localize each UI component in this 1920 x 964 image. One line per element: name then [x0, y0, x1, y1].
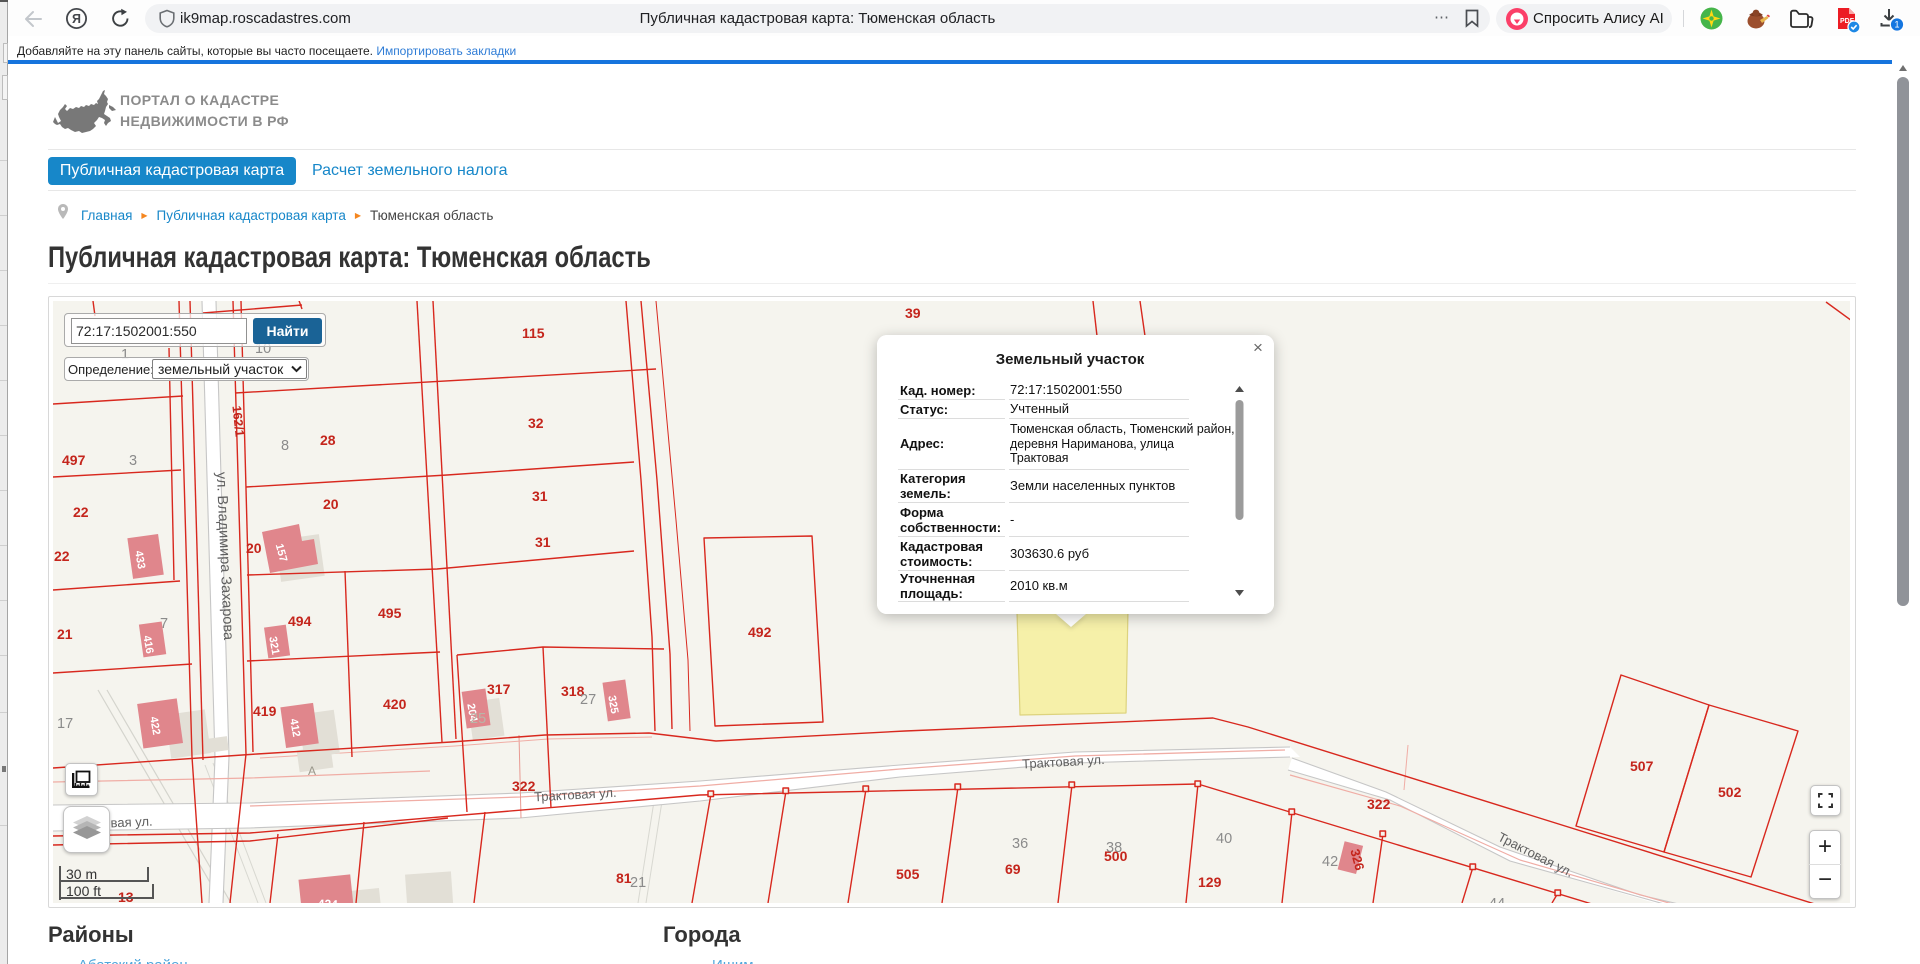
svg-text:8: 8 [281, 438, 289, 454]
svg-text:22: 22 [54, 548, 70, 564]
svg-text:20: 20 [246, 540, 262, 556]
svg-text:22: 22 [73, 504, 89, 520]
svg-text:507: 507 [1630, 758, 1654, 774]
svg-text:317: 317 [487, 681, 511, 697]
svg-text:А: А [308, 764, 316, 778]
svg-text:129: 129 [1198, 874, 1222, 890]
svg-text:69: 69 [1005, 861, 1021, 877]
svg-text:494: 494 [288, 613, 312, 629]
svg-text:322: 322 [1367, 796, 1391, 812]
svg-text:32: 32 [528, 415, 544, 431]
svg-text:322: 322 [512, 778, 536, 794]
svg-text:424: 424 [317, 897, 338, 903]
svg-text:36: 36 [1012, 836, 1028, 852]
svg-text:505: 505 [896, 866, 920, 882]
svg-text:21: 21 [57, 626, 73, 642]
svg-text:31: 31 [532, 488, 548, 504]
svg-text:44: 44 [1489, 896, 1505, 903]
svg-text:21: 21 [630, 875, 646, 891]
svg-text:497: 497 [62, 452, 86, 468]
svg-text:419: 419 [253, 703, 277, 719]
svg-text:20: 20 [323, 496, 339, 512]
svg-text:Я: Я [72, 12, 81, 26]
svg-text:115: 115 [522, 325, 545, 341]
svg-text:420: 420 [383, 696, 407, 712]
svg-text:39: 39 [905, 305, 921, 321]
svg-text:38: 38 [1106, 840, 1122, 856]
svg-text:1: 1 [1894, 20, 1899, 30]
svg-text:Трактовая ул.: Трактовая ул. [1022, 752, 1105, 772]
svg-text:162/1: 162/1 [229, 405, 246, 438]
svg-text:27: 27 [580, 692, 596, 708]
svg-text:17: 17 [57, 716, 73, 732]
svg-text:495: 495 [378, 605, 402, 621]
svg-text:40: 40 [1216, 831, 1232, 847]
svg-text:25: 25 [470, 711, 486, 727]
svg-text:31: 31 [535, 534, 551, 550]
svg-text:13: 13 [118, 889, 134, 903]
svg-text:492: 492 [748, 624, 772, 640]
svg-text:502: 502 [1718, 784, 1742, 800]
svg-text:42: 42 [1322, 854, 1338, 870]
svg-text:28: 28 [320, 432, 336, 448]
svg-text:3: 3 [129, 453, 137, 469]
svg-text:7: 7 [160, 616, 168, 632]
